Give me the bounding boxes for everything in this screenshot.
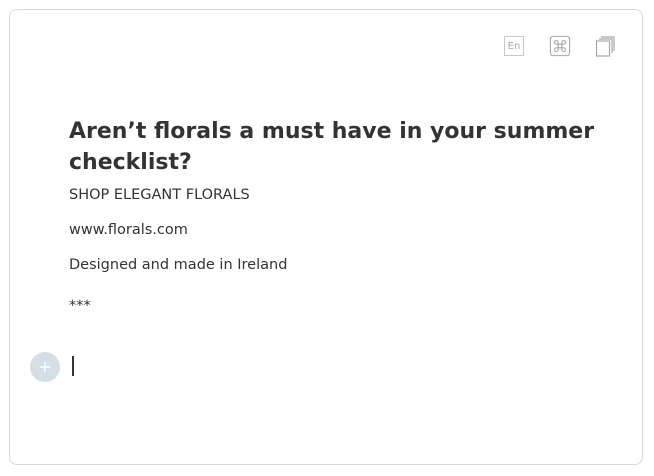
add-block-button[interactable] [30,352,60,382]
language-button[interactable]: En [503,35,525,57]
command-icon [549,35,571,57]
text-line-url[interactable]: www.florals.com [69,221,609,239]
plus-icon [40,362,50,372]
copy-icon [595,36,615,57]
text-cursor [72,356,74,376]
command-button[interactable] [549,35,571,57]
text-line-origin[interactable]: Designed and made in Ireland [69,256,609,274]
language-label: En [507,40,521,52]
text-line-separator[interactable]: *** [69,297,609,315]
new-block-input[interactable] [72,354,592,378]
page-title[interactable]: Aren’t florals a must have in your summe… [69,116,609,178]
copy-button[interactable] [595,35,617,57]
document-content[interactable]: Aren’t florals a must have in your summe… [69,116,609,315]
language-icon: En [504,36,524,56]
text-line-shop[interactable]: SHOP ELEGANT FLORALS [69,186,609,204]
editor-card: En Aren’t florals a must have in your su… [9,9,643,465]
toolbar: En [503,35,617,57]
